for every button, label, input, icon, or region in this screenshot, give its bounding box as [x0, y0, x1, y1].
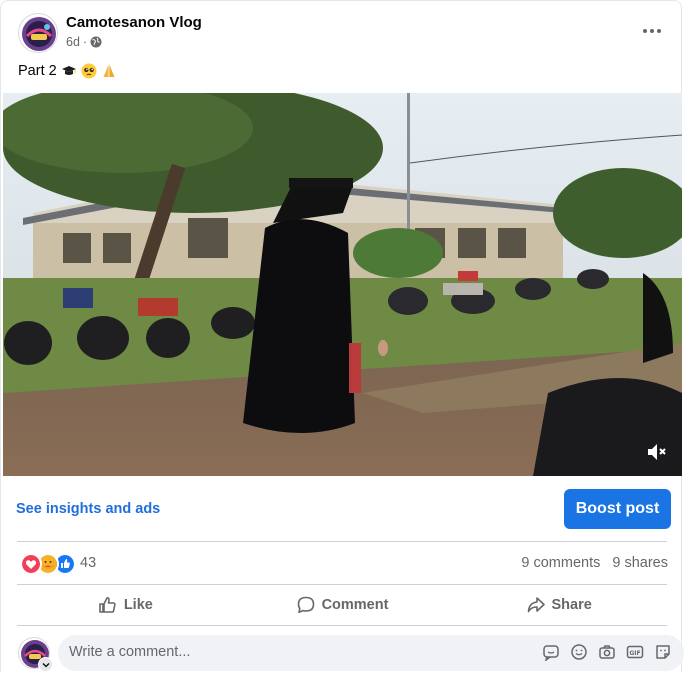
meta-separator: · [82, 35, 88, 49]
post-meta: 6d · [66, 35, 102, 49]
video-frame [3, 93, 682, 476]
folded-hands-emoji [103, 64, 115, 77]
like-button[interactable]: Like [17, 587, 234, 623]
post-video[interactable] [3, 93, 682, 476]
comment-share-counts: 9 comments 9 shares [521, 555, 668, 571]
speaker-muted-icon[interactable] [644, 440, 668, 464]
divider [17, 625, 667, 626]
graduation-cap-emoji [61, 66, 76, 75]
post-card: Camotesanon Vlog 6d · Part 2 See insight… [0, 0, 684, 673]
comments-count[interactable]: 9 comments [521, 555, 600, 571]
thumbs-up-icon [99, 597, 116, 613]
post-time[interactable]: 6d [66, 35, 80, 49]
share-arrow-icon [527, 597, 545, 613]
caption-text: Part 2 [18, 63, 57, 79]
emoji-icon[interactable] [570, 643, 588, 661]
love-reaction-icon [20, 553, 42, 575]
post-header: Camotesanon Vlog 6d · [18, 13, 668, 55]
reaction-count[interactable]: 43 [80, 555, 96, 571]
divider [17, 584, 667, 585]
see-insights-link[interactable]: See insights and ads [16, 501, 160, 517]
svg-text:GIF: GIF [629, 650, 640, 657]
comment-input[interactable]: Write a comment... [69, 644, 190, 660]
comment-composer: Write a comment... GIF [18, 633, 684, 673]
reaction-icons[interactable] [20, 553, 76, 575]
chevron-down-icon[interactable] [38, 657, 53, 672]
engagement-stats: 43 9 comments 9 shares [18, 549, 668, 577]
more-options-button[interactable] [636, 19, 668, 43]
avatar-sticker-icon[interactable] [654, 643, 672, 661]
sticker-icon[interactable] [542, 643, 560, 661]
post-caption: Part 2 [18, 63, 117, 79]
composer-tools: GIF [542, 643, 672, 661]
comment-input-box[interactable]: Write a comment... GIF [58, 635, 684, 671]
promo-row: See insights and ads Boost post [1, 477, 683, 541]
shares-count[interactable]: 9 shares [612, 555, 668, 571]
comment-button[interactable]: Comment [234, 587, 451, 623]
divider [17, 541, 667, 542]
share-label: Share [551, 597, 592, 613]
boost-post-button[interactable]: Boost post [564, 489, 671, 529]
like-label: Like [123, 597, 153, 613]
camera-icon[interactable] [598, 643, 616, 661]
post-actions: Like Comment Share [17, 587, 667, 623]
globe-icon [90, 36, 102, 48]
share-button[interactable]: Share [450, 587, 667, 623]
page-name[interactable]: Camotesanon Vlog [66, 14, 202, 31]
page-avatar[interactable] [18, 13, 58, 53]
gif-icon[interactable]: GIF [626, 643, 644, 661]
comment-bubble-icon [297, 596, 314, 614]
comment-label: Comment [321, 597, 389, 613]
pleading-face-emoji [81, 63, 97, 79]
